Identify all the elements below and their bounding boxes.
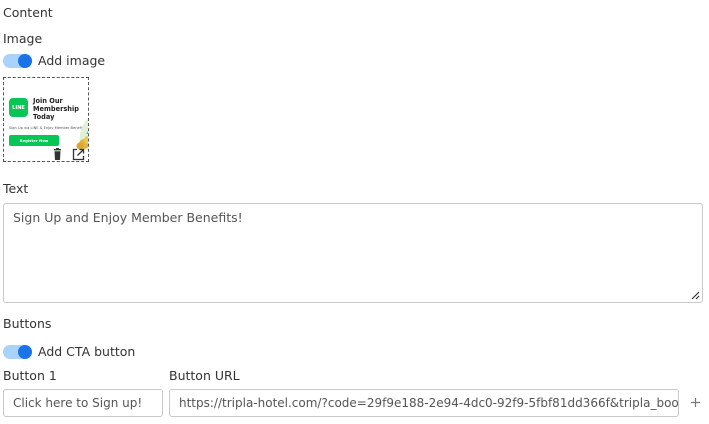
content-panel: Content Image Add image LINE Join Our Me… xyxy=(0,0,709,424)
button1-input[interactable]: Click here to Sign up! xyxy=(3,389,163,417)
text-value: Sign Up and Enjoy Member Benefits! xyxy=(13,210,243,225)
toggle-knob xyxy=(18,54,32,68)
button1-label: Button 1 xyxy=(3,368,57,383)
trash-icon[interactable] xyxy=(51,148,64,161)
text-textarea[interactable]: Sign Up and Enjoy Member Benefits! xyxy=(3,203,703,303)
image-label: Image xyxy=(3,31,43,46)
coins-illustration xyxy=(76,118,88,150)
thumbnail-register-label: Register Now xyxy=(19,138,49,143)
add-image-toggle[interactable] xyxy=(3,54,32,68)
button1-value: Click here to Sign up! xyxy=(13,396,143,410)
add-cta-toggle[interactable] xyxy=(3,345,32,359)
section-title: Content xyxy=(3,5,53,20)
button-url-label: Button URL xyxy=(169,368,240,383)
add-image-label: Add image xyxy=(38,53,106,68)
buttons-label: Buttons xyxy=(3,316,52,331)
plus-icon[interactable] xyxy=(689,396,702,409)
add-cta-label: Add CTA button xyxy=(38,344,136,359)
thumbnail-register-button: Register Now xyxy=(9,135,59,146)
text-label: Text xyxy=(3,181,29,196)
resize-handle-icon[interactable] xyxy=(690,290,700,300)
line-logo: LINE xyxy=(9,98,28,117)
open-external-icon[interactable] xyxy=(72,148,85,161)
image-preview[interactable]: LINE Join Our Membership Today Sign Up v… xyxy=(3,77,89,162)
toggle-knob xyxy=(18,345,32,359)
button-url-value: https://tripla-hotel.com/?code=29f9e188-… xyxy=(179,396,679,410)
button-url-input[interactable]: https://tripla-hotel.com/?code=29f9e188-… xyxy=(169,389,679,417)
